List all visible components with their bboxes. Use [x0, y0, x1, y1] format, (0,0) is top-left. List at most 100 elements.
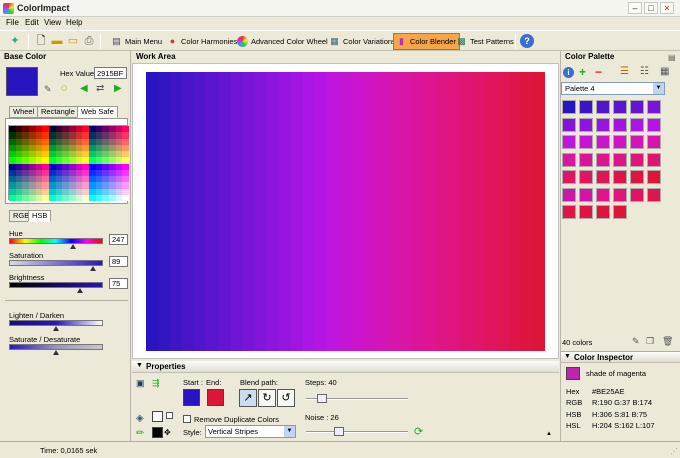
web-safe-cell[interactable] [55, 194, 63, 201]
web-safe-cell[interactable] [75, 194, 83, 201]
trash-icon[interactable]: 🗑 [662, 336, 673, 347]
blend-stripe[interactable] [279, 72, 292, 351]
palette-swatch[interactable] [562, 187, 576, 202]
web-safe-cell[interactable] [9, 194, 16, 201]
style-select[interactable]: Vertical Stripes ▼ [205, 425, 296, 438]
palette-swatch[interactable] [630, 135, 644, 149]
web-safe-cell[interactable] [49, 194, 56, 201]
blend-stripe[interactable] [399, 72, 413, 351]
web-safe-cell[interactable] [35, 194, 43, 201]
blend-stripe[interactable] [508, 72, 521, 351]
hue-slider[interactable] [9, 238, 103, 244]
palette-swatch[interactable] [596, 187, 610, 202]
swap-colors-icon[interactable]: ⇄ [96, 83, 104, 94]
menu-view[interactable]: View [44, 18, 61, 27]
palette-swatch[interactable] [562, 152, 576, 167]
saturation-slider-thumb[interactable] [89, 266, 96, 271]
blend-stripe[interactable] [327, 72, 340, 351]
palette-swatch[interactable] [613, 187, 627, 202]
counterclockwise-path-button[interactable]: ↺ [277, 389, 295, 407]
straight-path-button[interactable]: ↗ [239, 389, 257, 407]
blend-stripe[interactable] [533, 72, 546, 351]
palette-swatch[interactable] [562, 117, 576, 132]
close-button[interactable]: × [660, 2, 674, 14]
refresh-icon[interactable]: ⟳ [414, 425, 423, 438]
palette-swatch[interactable] [647, 117, 661, 132]
blend-stripe[interactable] [170, 72, 183, 351]
palette-swatch[interactable] [647, 100, 661, 114]
noise-slider[interactable] [306, 431, 408, 433]
palette-swatch[interactable] [630, 187, 644, 202]
blend-stripe[interactable] [351, 72, 364, 351]
maximize-button[interactable]: □ [644, 2, 658, 14]
web-safe-cell[interactable] [29, 194, 36, 201]
palette-swatch[interactable] [579, 187, 593, 202]
add-to-palette-icon[interactable]: ⇶ [152, 378, 160, 389]
blend-stripe[interactable] [182, 72, 195, 351]
blend-stripe[interactable] [266, 72, 280, 351]
save-icon[interactable]: ▣ [136, 378, 145, 389]
palette-swatch[interactable] [579, 205, 593, 219]
web-safe-cell[interactable] [122, 194, 129, 201]
hex-value-input[interactable]: 2915BF [94, 67, 127, 79]
brightness-slider[interactable] [9, 282, 103, 288]
end-color-box[interactable] [207, 389, 224, 406]
blend-stripe[interactable] [230, 72, 243, 351]
arrow-left-icon[interactable]: ◀ [80, 83, 88, 94]
color-blender-button[interactable]: ▮ Color Blender [393, 33, 460, 50]
add-color-icon[interactable]: + [579, 65, 586, 79]
web-safe-cell[interactable] [82, 194, 89, 201]
eyedropper-icon[interactable]: ✎ [44, 84, 52, 95]
blend-stripe[interactable] [520, 72, 533, 351]
blend-stripes[interactable] [146, 72, 546, 351]
palette-swatch[interactable] [613, 135, 627, 149]
web-safe-cell[interactable] [95, 194, 103, 201]
remove-duplicates-label[interactable]: Remove Duplicate Colors [194, 415, 279, 424]
web-safe-cell[interactable] [62, 194, 69, 201]
start-color-box[interactable] [183, 389, 200, 406]
minimize-button[interactable]: – [628, 2, 642, 14]
web-safe-cell[interactable] [15, 194, 23, 201]
palette-swatch[interactable] [647, 135, 661, 149]
test-patterns-button[interactable]: ▩ Test Patterns [453, 33, 518, 50]
web-safe-cell[interactable] [22, 194, 29, 201]
tab-wheel[interactable]: Wheel [9, 106, 39, 118]
foreground-color-box[interactable] [152, 427, 163, 438]
palette-swatch[interactable] [647, 187, 661, 202]
palette-swatch[interactable] [596, 170, 610, 184]
palette-swatch[interactable] [596, 205, 610, 219]
palette-swatch[interactable] [596, 100, 610, 114]
blend-stripe[interactable] [146, 72, 159, 351]
color-harmonies-button[interactable]: ● Color Harmonies [164, 33, 241, 50]
grid-view-icon[interactable]: ▦ [660, 66, 669, 77]
panel-menu-icon[interactable]: ▤ [668, 53, 676, 62]
app-tools-icon[interactable]: ✦ [8, 34, 22, 48]
print-icon[interactable]: ⎙ [82, 34, 96, 48]
palette-swatch[interactable] [630, 170, 644, 184]
blend-stripe[interactable] [412, 72, 425, 351]
base-color-swatch[interactable] [6, 67, 38, 96]
collapse-arrow-icon[interactable]: ▼ [564, 353, 571, 360]
clockwise-path-button[interactable]: ↻ [258, 389, 276, 407]
main-menu-button[interactable]: ▤ Main Menu [108, 33, 166, 50]
list-view-icon[interactable]: ☰ [620, 66, 629, 77]
properties-header[interactable]: ▼ Properties [132, 361, 559, 373]
noise-slider-thumb[interactable] [333, 427, 344, 436]
palette-swatch[interactable] [579, 135, 593, 149]
web-safe-cell[interactable] [109, 194, 116, 201]
background-color-box[interactable] [152, 411, 163, 422]
blend-stripe[interactable] [363, 72, 376, 351]
copy-icon[interactable]: ❐ [646, 336, 654, 347]
saturation-value-input[interactable]: 89 [109, 256, 128, 267]
menu-help[interactable]: Help [66, 18, 82, 27]
palette-swatch[interactable] [596, 117, 610, 132]
remove-duplicates-checkbox[interactable] [183, 415, 191, 423]
open-folder-icon[interactable]: ▭ [66, 34, 80, 48]
palette-swatch[interactable] [562, 205, 576, 219]
blend-stripe[interactable] [158, 72, 171, 351]
web-safe-cell[interactable] [102, 194, 109, 201]
collapse-arrow-icon[interactable]: ▼ [136, 362, 143, 369]
brightness-slider-thumb[interactable] [76, 288, 83, 293]
web-safe-cell[interactable] [115, 194, 123, 201]
hue-slider-thumb[interactable] [70, 244, 77, 249]
